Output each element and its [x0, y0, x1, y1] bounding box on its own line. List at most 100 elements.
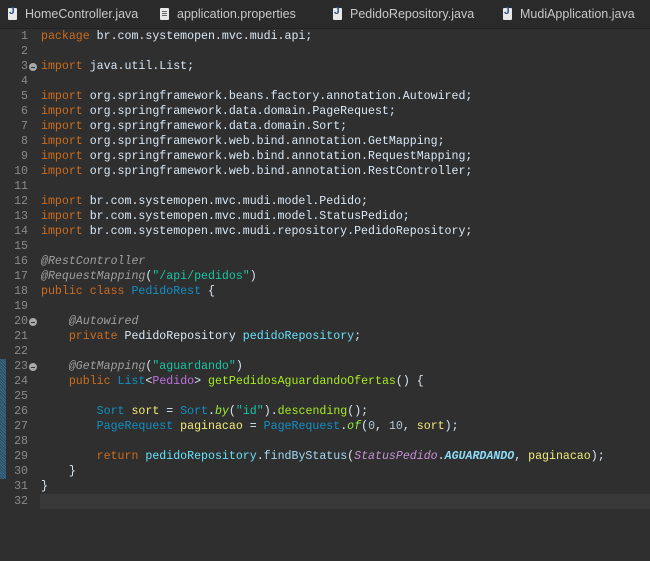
code-text: @RestController	[41, 254, 145, 269]
code-token: "id"	[235, 405, 264, 418]
code-token: "aguardando"	[152, 360, 236, 373]
code-token: import	[41, 90, 83, 103]
code-line[interactable]: 23 @GetMapping("aguardando")	[0, 359, 650, 374]
properties-file-icon	[160, 8, 169, 20]
code-text: import org.springframework.web.bind.anno…	[41, 149, 472, 164]
code-token: br.com.systemopen.mvc.mudi.api;	[89, 30, 313, 43]
code-token: import	[41, 210, 83, 223]
code-token: 10	[388, 420, 403, 433]
code-text: import org.springframework.web.bind.anno…	[41, 134, 445, 149]
code-line[interactable]: 1 package br.com.systemopen.mvc.mudi.api;	[0, 29, 650, 44]
code-line[interactable]: 24 public List<Pedido> getPedidosAguarda…	[0, 374, 650, 389]
code-line[interactable]: 26 Sort sort = Sort.by("id").descending(…	[0, 404, 650, 419]
code-editor[interactable]: 1 package br.com.systemopen.mvc.mudi.api;…	[0, 29, 650, 561]
code-token: pedidoRepository	[145, 450, 257, 463]
code-token: org.springframework.data.domain.Sort;	[82, 120, 348, 133]
code-line[interactable]: 10 import org.springframework.web.bind.an…	[0, 164, 650, 179]
code-text: import org.springframework.data.domain.S…	[41, 119, 347, 134]
code-text: @Autowired	[41, 314, 139, 329]
line-number: 6	[21, 105, 28, 118]
code-line[interactable]: 19	[0, 299, 650, 314]
fold-collapse-icon[interactable]	[29, 318, 37, 326]
code-line[interactable]: 12 import br.com.systemopen.mvc.mudi.mode…	[0, 194, 650, 209]
code-line[interactable]: 13 import br.com.systemopen.mvc.mudi.mode…	[0, 209, 650, 224]
code-token: ,	[375, 420, 389, 433]
tab-label: application.properties	[177, 7, 296, 21]
line-number: 4	[21, 75, 28, 88]
line-number: 22	[14, 345, 28, 358]
code-token: package	[41, 30, 90, 43]
code-line[interactable]: 9 import org.springframework.web.bind.ann…	[0, 149, 650, 164]
line-number: 12	[14, 195, 28, 208]
code-token: )	[249, 270, 257, 283]
line-number: 8	[21, 135, 28, 148]
code-token: org.springframework.web.bind.annotation.…	[82, 135, 445, 148]
code-token: PedidoRepository	[124, 330, 243, 343]
code-text: Sort sort = Sort.by("id").descending();	[41, 404, 368, 419]
code-line[interactable]: 7 import org.springframework.data.domain.…	[0, 119, 650, 134]
code-text: private PedidoRepository pedidoRepositor…	[41, 329, 361, 344]
code-text: }	[41, 479, 48, 494]
code-line[interactable]: 6 import org.springframework.data.domain.…	[0, 104, 650, 119]
code-token: import	[41, 120, 83, 133]
code-token: return	[96, 450, 146, 463]
code-token: @RequestMapping	[41, 270, 146, 283]
code-line[interactable]: 27 PageRequest paginacao = PageRequest.o…	[0, 419, 650, 434]
code-token: .	[256, 450, 264, 463]
line-number: 13	[14, 210, 28, 223]
code-line[interactable]: 15	[0, 239, 650, 254]
code-line[interactable]: 21 private PedidoRepository pedidoReposi…	[0, 329, 650, 344]
code-token: java.util.List;	[82, 60, 195, 73]
code-text: import org.springframework.data.domain.P…	[41, 104, 396, 119]
code-line[interactable]: 30 }	[0, 464, 650, 479]
fold-collapse-icon[interactable]	[29, 63, 37, 71]
tab-label: HomeController.java	[25, 7, 139, 21]
code-token: Sort	[180, 405, 209, 418]
code-line[interactable]: 18 public class PedidoRest {	[0, 284, 650, 299]
code-line[interactable]: 28	[0, 434, 650, 449]
line-number: 21	[14, 330, 28, 343]
code-line[interactable]: 32	[14, 494, 650, 509]
code-line[interactable]: 4	[0, 74, 650, 89]
code-line[interactable]: 22	[0, 344, 650, 359]
code-token: import	[41, 60, 83, 73]
code-token: =	[159, 405, 181, 418]
code-line[interactable]: 20 @Autowired	[0, 314, 650, 329]
code-token: sort	[131, 405, 160, 418]
tab-application-properties[interactable]: application.properties	[150, 0, 325, 28]
code-token: sort	[416, 420, 445, 433]
tab-home-controller[interactable]: HomeController.java	[0, 0, 150, 28]
fold-collapse-icon[interactable]	[29, 363, 37, 371]
code-line[interactable]: 17 @RequestMapping("/api/pedidos")	[0, 269, 650, 284]
code-line[interactable]: 5 import org.springframework.beans.factor…	[0, 89, 650, 104]
code-token: AGUARDANDO	[444, 450, 515, 463]
code-line[interactable]: 14 import br.com.systemopen.mvc.mudi.repo…	[0, 224, 650, 239]
line-number: 17	[14, 270, 28, 283]
code-token: "/api/pedidos"	[152, 270, 250, 283]
code-line[interactable]: 16 @RestController	[0, 254, 650, 269]
tab-pedido-repository[interactable]: PedidoRepository.java	[325, 0, 495, 28]
line-number: 27	[14, 420, 28, 433]
code-token: public class	[41, 285, 132, 298]
code-line[interactable]: 3 import java.util.List;	[0, 59, 650, 74]
line-number: 10	[14, 165, 28, 178]
code-line[interactable]: 31}	[0, 479, 650, 494]
code-line[interactable]: 8 import org.springframework.web.bind.ann…	[0, 134, 650, 149]
code-line[interactable]: 25	[0, 389, 650, 404]
code-line[interactable]: 29 return pedidoRepository.findByStatus(…	[0, 449, 650, 464]
code-token: import	[41, 225, 83, 238]
code-line[interactable]: 11	[0, 179, 650, 194]
tab-mudi-application[interactable]: MudiApplication.java	[495, 0, 650, 28]
code-line[interactable]: 2	[0, 44, 650, 59]
code-token: br.com.systemopen.mvc.mudi.model.StatusP…	[82, 210, 410, 223]
code-text: import java.util.List;	[41, 59, 194, 74]
line-number: 14	[14, 225, 28, 238]
line-number: 5	[21, 90, 28, 103]
code-token: @Autowired	[68, 315, 139, 328]
code-token: org.springframework.beans.factory.annota…	[82, 90, 473, 103]
